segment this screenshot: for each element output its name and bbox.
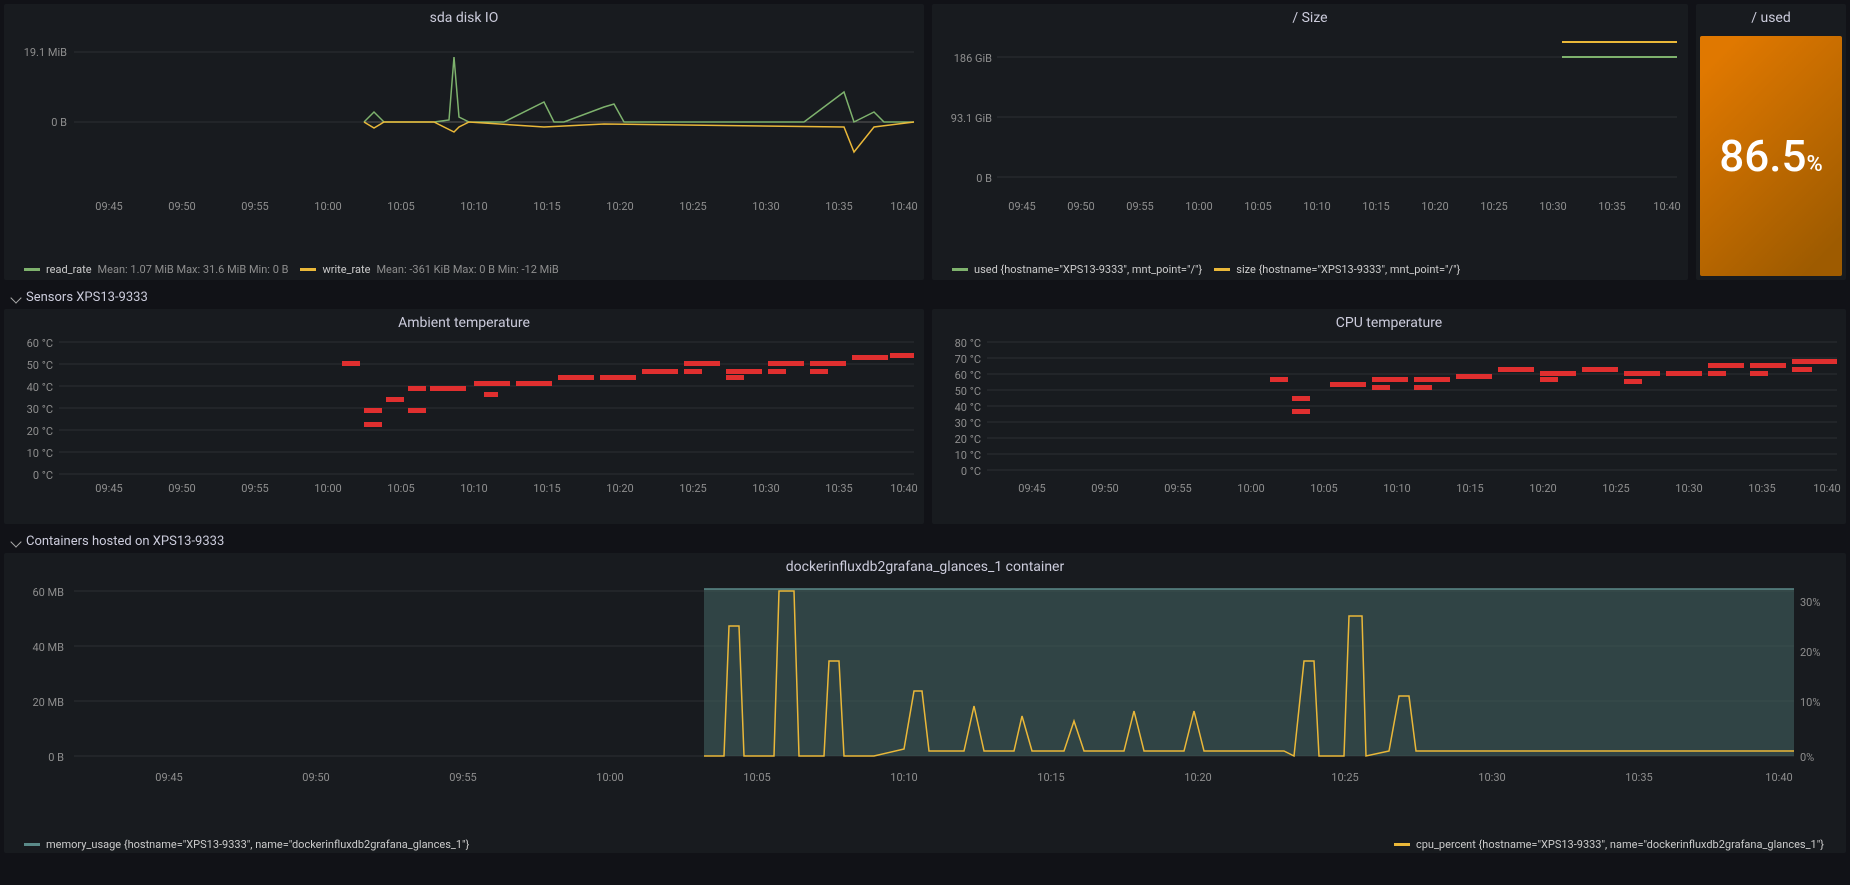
panel-title: dockerinfluxdb2grafana_glances_1 contain… [4,553,1846,581]
legend-write-rate[interactable]: write_rate Mean: -361 KiB Max: 0 B Min: … [300,263,558,276]
panel-title: / Size [932,4,1688,32]
legend-cpu-percent[interactable]: cpu_percent {hostname="XPS13-9333", name… [1394,838,1824,851]
panel-title: Ambient temperature [4,309,924,337]
section-containers-toggle[interactable]: Containers hosted on XPS13-9333 [4,530,1846,553]
gauge-value: 86.5% [1719,130,1822,182]
legend-used[interactable]: used {hostname="XPS13-9333", mnt_point="… [952,263,1202,276]
legend-memory-usage[interactable]: memory_usage {hostname="XPS13-9333", nam… [24,838,469,851]
legend-read-rate[interactable]: read_rate Mean: 1.07 MiB Max: 31.6 MiB M… [24,263,288,276]
panel-size[interactable]: / Size 186 GiB 93.1 GiB 0 B 09:45 09:50 … [932,4,1688,280]
write-rate-swatch [300,268,316,271]
legend-size[interactable]: size {hostname="XPS13-9333", mnt_point="… [1214,263,1460,276]
used-swatch [952,268,968,271]
cpu-swatch [1394,843,1410,846]
panel-title: sda disk IO [4,4,924,32]
memory-swatch [24,843,40,846]
panel-title: / used [1696,4,1846,32]
chart-cpu-temp [932,337,1846,492]
chevron-down-icon [10,536,21,547]
section-sensors-toggle[interactable]: Sensors XPS13-9333 [4,286,1846,309]
panel-disk-io[interactable]: sda disk IO 19.1 MiB 0 B 09:45 09:50 0 [4,4,924,280]
chart-container [4,581,1846,801]
panel-title: CPU temperature [932,309,1846,337]
section-label: Sensors XPS13-9333 [26,290,148,305]
chevron-down-icon [10,292,21,303]
chart-size [932,32,1688,212]
size-swatch [1214,268,1230,271]
panel-container[interactable]: dockerinfluxdb2grafana_glances_1 contain… [4,553,1846,853]
panel-cpu-temp[interactable]: CPU temperature [932,309,1846,524]
panel-used-gauge[interactable]: / used 86.5% [1696,4,1846,280]
section-label: Containers hosted on XPS13-9333 [26,534,224,549]
chart-ambient [4,337,924,492]
panel-ambient-temp[interactable]: Ambient temperature [4,309,924,524]
read-rate-swatch [24,268,40,271]
chart-disk-io [4,32,924,212]
